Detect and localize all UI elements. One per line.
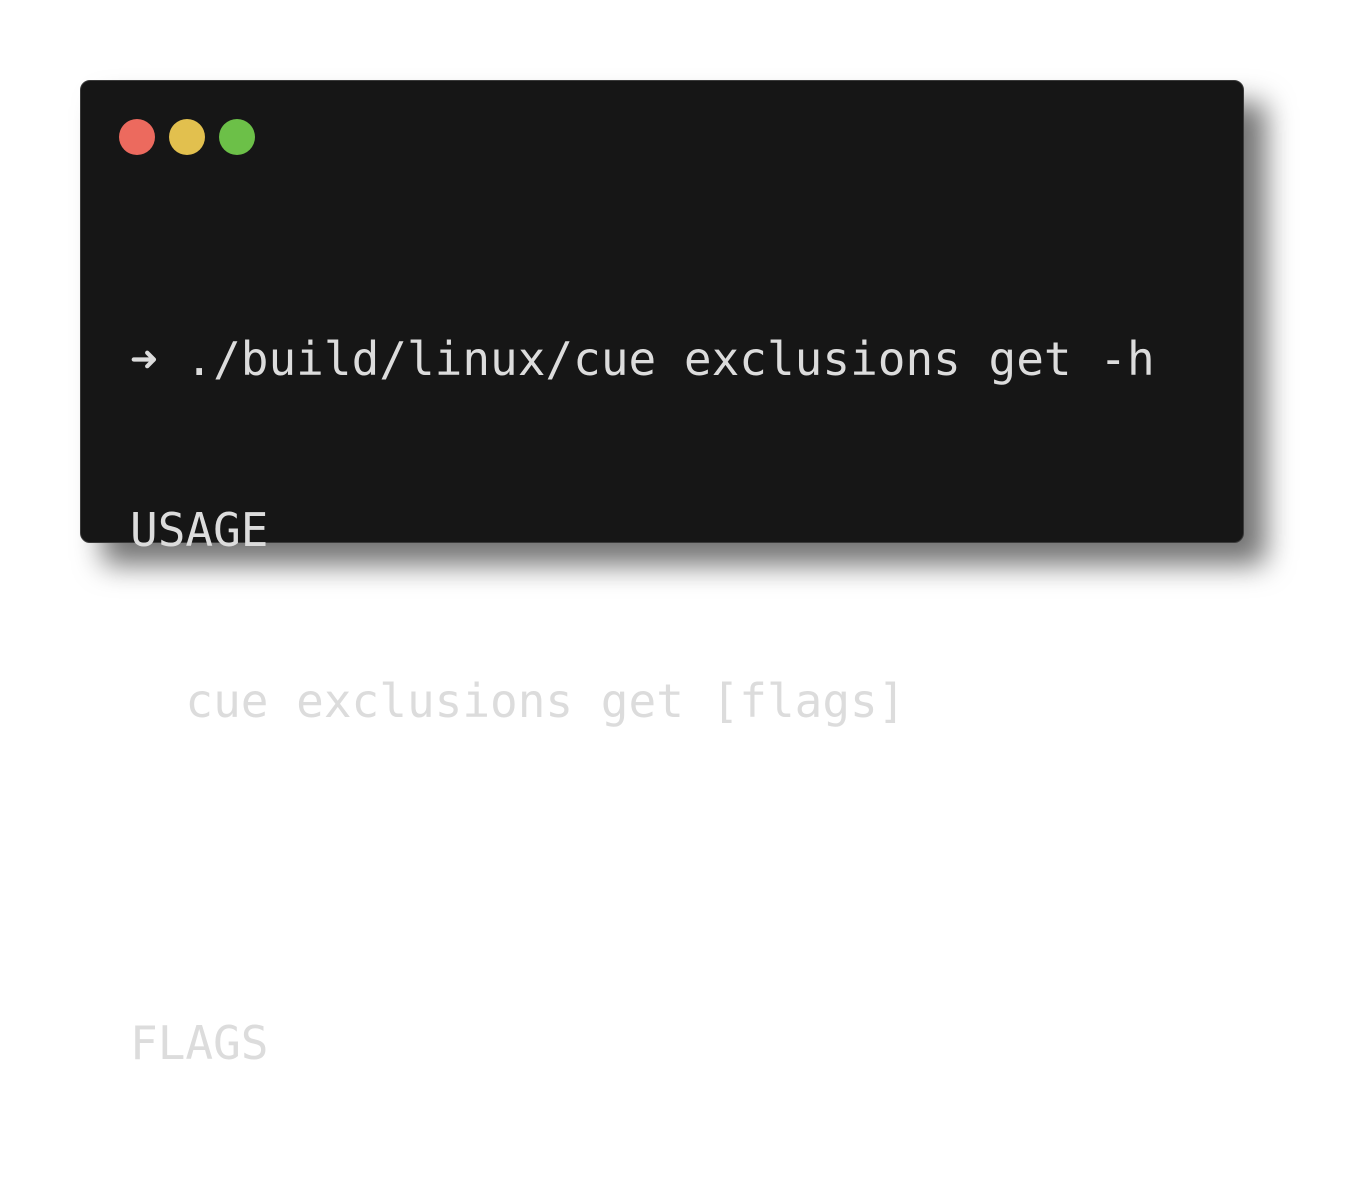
minimize-button[interactable] (169, 119, 205, 155)
command-line: ➜ ./build/linux/cue exclusions get -h (130, 331, 1223, 388)
command-text: ./build/linux/cue exclusions get -h (185, 332, 1155, 386)
prompt-arrow-icon: ➜ (130, 332, 158, 386)
terminal-output[interactable]: ➜ ./build/linux/cue exclusions get -h US… (130, 217, 1223, 1186)
close-button[interactable] (119, 119, 155, 155)
output-line: cue exclusions get [flags] (130, 674, 906, 728)
maximize-button[interactable] (219, 119, 255, 155)
output-line: USAGE (130, 503, 269, 557)
terminal-window: ➜ ./build/linux/cue exclusions get -h US… (80, 80, 1244, 1070)
output-line: FLAGS (130, 1016, 269, 1070)
window-controls (119, 119, 255, 155)
